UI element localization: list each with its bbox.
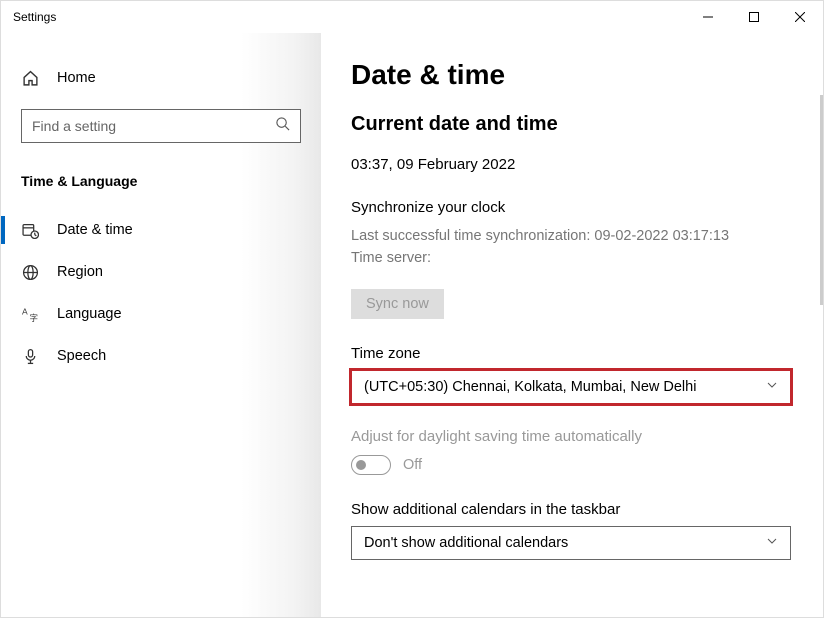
sync-heading: Synchronize your clock <box>351 199 793 216</box>
home-label: Home <box>57 70 96 86</box>
chevron-down-icon <box>766 379 778 395</box>
nav-speech[interactable]: Speech <box>1 335 321 377</box>
last-sync: Last successful time synchronization: 09… <box>351 226 793 248</box>
window-title: Settings <box>13 10 56 24</box>
close-icon <box>795 12 805 22</box>
sync-now-button[interactable]: Sync now <box>351 289 444 319</box>
additional-calendars-dropdown[interactable]: Don't show additional calendars <box>351 526 791 560</box>
toggle-knob <box>356 460 366 470</box>
current-heading: Current date and time <box>351 113 793 136</box>
chevron-down-icon <box>766 535 778 551</box>
timezone-value: (UTC+05:30) Chennai, Kolkata, Mumbai, Ne… <box>364 379 696 395</box>
dst-toggle[interactable] <box>351 455 391 475</box>
window-controls <box>685 1 823 33</box>
nav-label: Date & time <box>57 222 133 238</box>
calendar-clock-icon <box>21 221 39 239</box>
main-panel: Date & time Current date and time 03:37,… <box>321 33 823 617</box>
minimize-icon <box>703 12 713 22</box>
scrollbar[interactable] <box>820 95 823 305</box>
nav-label: Speech <box>57 348 106 364</box>
page-title: Date & time <box>351 59 793 91</box>
dst-label: Adjust for daylight saving time automati… <box>351 428 793 445</box>
additional-calendars-value: Don't show additional calendars <box>364 535 568 551</box>
timezone-dropdown[interactable]: (UTC+05:30) Chennai, Kolkata, Mumbai, Ne… <box>351 370 791 404</box>
search-input[interactable] <box>32 118 275 134</box>
search-box[interactable] <box>21 109 301 143</box>
sidebar: Home Time & Language Date & time Region <box>1 33 321 617</box>
svg-text:字: 字 <box>29 312 38 322</box>
dst-state: Off <box>403 457 422 473</box>
nav-region[interactable]: Region <box>1 251 321 293</box>
timezone-label: Time zone <box>351 345 793 362</box>
time-server: Time server: <box>351 248 793 270</box>
microphone-icon <box>21 347 39 365</box>
globe-icon <box>21 263 39 281</box>
close-button[interactable] <box>777 1 823 33</box>
svg-text:A: A <box>22 306 28 316</box>
home-nav[interactable]: Home <box>1 61 321 95</box>
maximize-button[interactable] <box>731 1 777 33</box>
maximize-icon <box>749 12 759 22</box>
nav-label: Region <box>57 264 103 280</box>
minimize-button[interactable] <box>685 1 731 33</box>
language-icon: A字 <box>21 305 39 323</box>
search-icon <box>275 116 290 136</box>
nav-label: Language <box>57 306 122 322</box>
datetime-value: 03:37, 09 February 2022 <box>351 156 793 173</box>
title-bar: Settings <box>1 1 823 33</box>
additional-calendars-label: Show additional calendars in the taskbar <box>351 501 793 518</box>
home-icon <box>21 69 39 87</box>
nav-language[interactable]: A字 Language <box>1 293 321 335</box>
category-title: Time & Language <box>1 167 321 195</box>
nav-date-time[interactable]: Date & time <box>1 209 321 251</box>
